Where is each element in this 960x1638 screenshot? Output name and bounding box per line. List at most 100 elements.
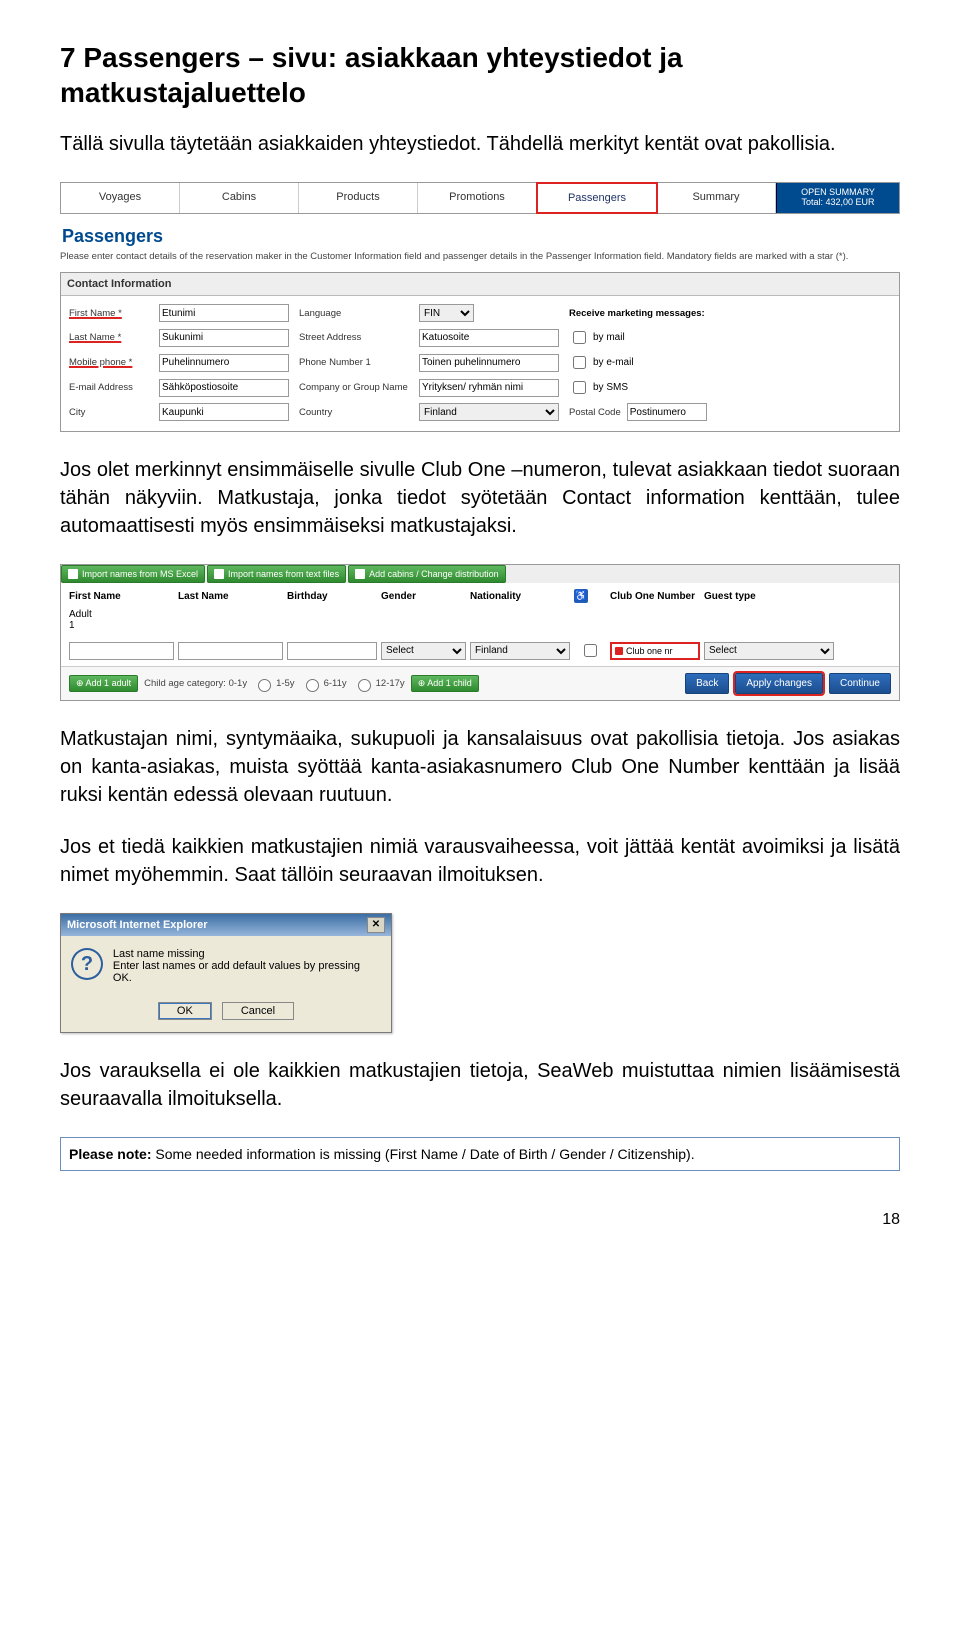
ie-close-button[interactable]: ✕ <box>367 917 385 933</box>
contact-info-grid: First Name * Language FIN Receive market… <box>61 296 899 431</box>
import-excel-button[interactable]: Import names from MS Excel <box>61 565 205 583</box>
ie-dialog: Microsoft Internet Explorer ✕ ? Last nam… <box>60 913 392 1033</box>
intro-text: Tällä sivulla täytetään asiakkaiden yhte… <box>60 130 900 158</box>
ie-dialog-title: Microsoft Internet Explorer <box>67 919 208 931</box>
p1-gender-select[interactable]: Select <box>381 642 466 660</box>
p1-club-one-value: Club one nr <box>626 646 673 656</box>
email-label: E-mail Address <box>69 382 149 393</box>
passenger-list-footer: ⊕ Add 1 adult Child age category: 0-1y 1… <box>61 666 899 700</box>
marketing-mail-label: by mail <box>593 332 625 343</box>
hdr-guest-type: Guest type <box>704 591 834 602</box>
language-label: Language <box>299 308 409 319</box>
child-age-category-label: Child age category: 0-1y <box>144 678 247 689</box>
continue-button[interactable]: Continue <box>829 673 891 694</box>
age-1-5-radio[interactable] <box>258 679 271 692</box>
city-field[interactable] <box>159 403 289 421</box>
marketing-sms-label: by SMS <box>593 382 628 393</box>
p1-guest-type-select[interactable]: Select <box>704 642 834 660</box>
marketing-email-checkbox[interactable] <box>573 356 586 369</box>
mobile-field[interactable] <box>159 354 289 372</box>
language-select[interactable]: FIN <box>419 304 474 322</box>
section-heading: 7 Passengers – sivu: asiakkaan yhteystie… <box>60 40 900 110</box>
last-name-label: Last Name * <box>69 332 149 343</box>
last-name-field[interactable] <box>159 329 289 347</box>
company-label: Company or Group Name <box>299 382 409 393</box>
hdr-first-name: First Name <box>69 591 174 602</box>
missing-info-note: Please note: Some needed information is … <box>60 1137 900 1171</box>
import-bar: Import names from MS Excel Import names … <box>61 565 899 583</box>
para-final: Jos varauksella ei ole kaikkien matkusta… <box>60 1057 900 1113</box>
passengers-title: Passengers <box>62 226 898 247</box>
summary-total-value: Total: 432,00 EUR <box>783 197 893 207</box>
city-label: City <box>69 407 149 418</box>
back-button[interactable]: Back <box>685 673 729 694</box>
country-label: Country <box>299 407 409 418</box>
passenger-row-1: Select Finland Club one nr Select <box>61 635 899 666</box>
apply-changes-button[interactable]: Apply changes <box>735 673 823 694</box>
street-label: Street Address <box>299 332 409 343</box>
marketing-header: Receive marketing messages: <box>569 308 739 319</box>
add-cabins-button[interactable]: Add cabins / Change distribution <box>348 565 506 583</box>
passenger-list-header: First Name Last Name Birthday Gender Nat… <box>61 583 899 609</box>
age-12-17-radio[interactable] <box>358 679 371 692</box>
country-select[interactable]: Finland <box>419 403 559 421</box>
marketing-mail-checkbox[interactable] <box>573 331 586 344</box>
hdr-last-name: Last Name <box>178 591 283 602</box>
wheelchair-icon: ♿ <box>574 589 588 603</box>
postal-field[interactable] <box>627 403 707 421</box>
mobile-label: Mobile phone * <box>69 357 149 368</box>
tab-cabins[interactable]: Cabins <box>180 183 299 213</box>
tab-passengers[interactable]: Passengers <box>536 182 658 214</box>
textfile-icon <box>214 569 224 579</box>
ie-message-line-1: Last name missing <box>113 948 381 960</box>
p1-first-name[interactable] <box>69 642 174 660</box>
tabs-row: Voyages Cabins Products Promotions Passe… <box>60 182 900 214</box>
hdr-nationality: Nationality <box>470 591 570 602</box>
marketing-sms-checkbox[interactable] <box>573 381 586 394</box>
open-summary-label: OPEN SUMMARY <box>783 187 893 197</box>
cabin-icon <box>355 569 365 579</box>
tab-voyages[interactable]: Voyages <box>61 183 180 213</box>
ie-dialog-titlebar: Microsoft Internet Explorer ✕ <box>61 914 391 936</box>
company-field[interactable] <box>419 379 559 397</box>
tab-products[interactable]: Products <box>299 183 418 213</box>
add-child-button[interactable]: ⊕ Add 1 child <box>411 675 479 692</box>
para-after-list-2: Jos et tiedä kaikkien matkustajien nimiä… <box>60 833 900 889</box>
ie-cancel-button[interactable]: Cancel <box>222 1002 294 1020</box>
p1-birthday[interactable] <box>287 642 377 660</box>
p1-nationality-select[interactable]: Finland <box>470 642 570 660</box>
first-name-label: First Name * <box>69 308 149 319</box>
phone1-field[interactable] <box>419 354 559 372</box>
ie-message-line-2: Enter last names or add default values b… <box>113 960 381 984</box>
excel-icon <box>68 569 78 579</box>
postal-label: Postal Code <box>569 407 621 418</box>
hdr-birthday: Birthday <box>287 591 377 602</box>
marketing-email-label: by e-mail <box>593 357 634 368</box>
contact-info-title: Contact Information <box>61 273 899 296</box>
question-icon: ? <box>71 948 103 980</box>
add-adult-button[interactable]: ⊕ Add 1 adult <box>69 675 138 692</box>
import-text-button[interactable]: Import names from text files <box>207 565 346 583</box>
passenger-list-box: Import names from MS Excel Import names … <box>60 564 900 701</box>
street-field[interactable] <box>419 329 559 347</box>
age-6-11-radio[interactable] <box>306 679 319 692</box>
adult-row-label: Adult 1 <box>61 609 899 635</box>
page-number: 18 <box>60 1211 900 1229</box>
p1-club-one-cell[interactable]: Club one nr <box>610 642 700 660</box>
p1-wheelchair-checkbox[interactable] <box>578 644 603 657</box>
passengers-subtitle: Please enter contact details of the rese… <box>60 251 900 262</box>
tab-promotions[interactable]: Promotions <box>418 183 537 213</box>
phone1-label: Phone Number 1 <box>299 357 409 368</box>
email-field[interactable] <box>159 379 289 397</box>
summary-total[interactable]: OPEN SUMMARY Total: 432,00 EUR <box>776 183 899 213</box>
tab-summary[interactable]: Summary <box>657 183 776 213</box>
p1-last-name[interactable] <box>178 642 283 660</box>
mid-paragraph: Jos olet merkinnyt ensimmäiselle sivulle… <box>60 456 900 540</box>
para-after-list-1: Matkustajan nimi, syntymäaika, sukupuoli… <box>60 725 900 809</box>
ie-ok-button[interactable]: OK <box>158 1002 212 1020</box>
club-one-indicator-icon <box>615 647 623 655</box>
contact-info-box: Contact Information First Name * Languag… <box>60 272 900 432</box>
first-name-field[interactable] <box>159 304 289 322</box>
hdr-gender: Gender <box>381 591 466 602</box>
hdr-club-one: Club One Number <box>610 591 700 602</box>
